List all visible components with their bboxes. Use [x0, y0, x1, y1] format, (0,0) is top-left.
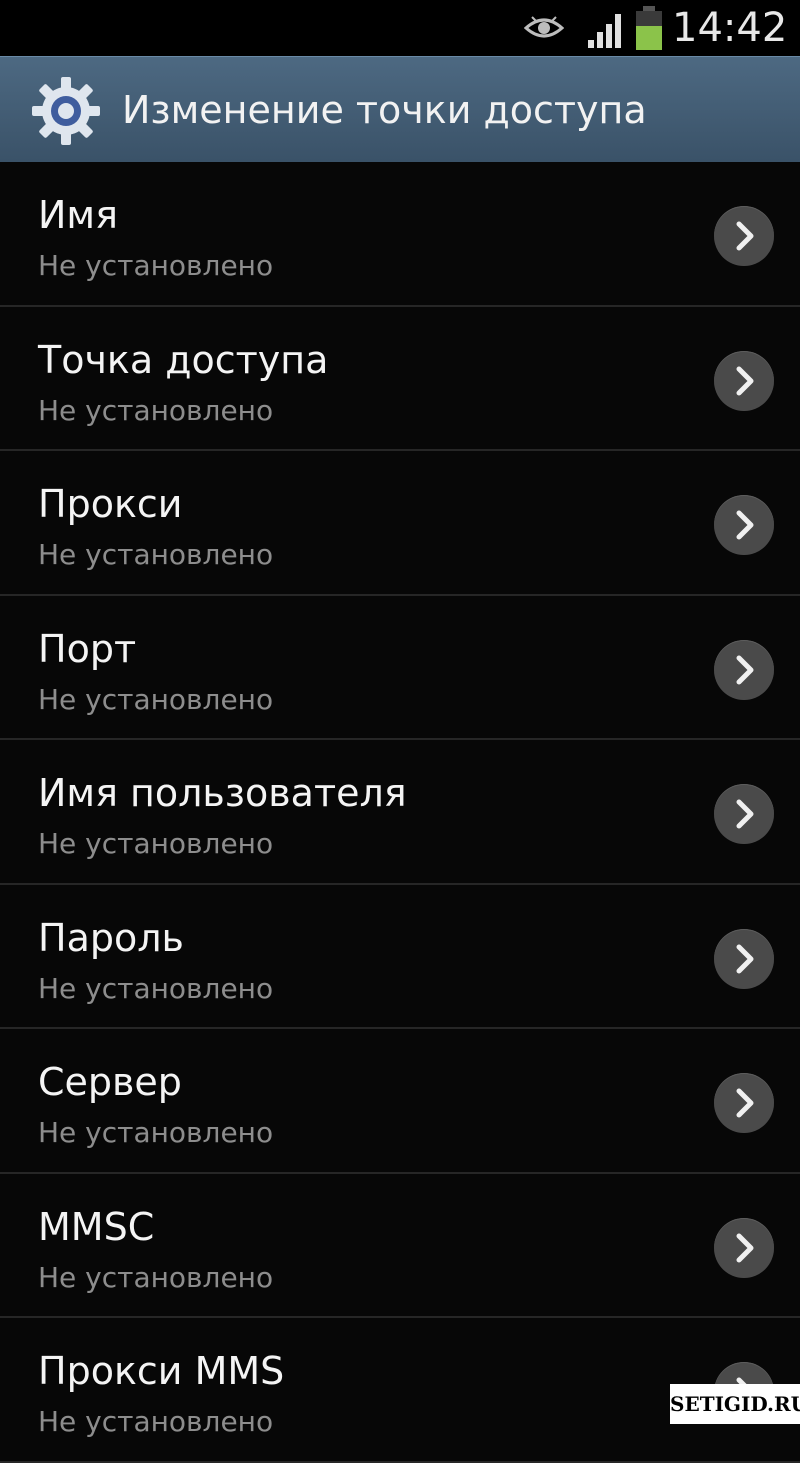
item-title: Прокси MMS [38, 1349, 285, 1393]
chevron-right-icon[interactable] [714, 1073, 774, 1133]
list-item-port[interactable]: Порт Не установлено [0, 595, 800, 740]
status-time: 14:42 [672, 5, 788, 51]
signal-icon [588, 14, 621, 48]
item-subtitle: Не установлено [38, 1260, 274, 1294]
chevron-right-icon[interactable] [714, 495, 774, 555]
item-subtitle: Не установлено [38, 971, 274, 1005]
item-subtitle: Не установлено [38, 1405, 274, 1438]
item-subtitle: Не установлено [38, 538, 274, 571]
chevron-right-icon[interactable] [714, 639, 774, 700]
list-item-proxy[interactable]: Прокси Не установлено [0, 451, 800, 596]
item-subtitle: Не установлено [38, 1116, 274, 1149]
item-title: Имя [38, 193, 118, 237]
action-bar-title: Изменение точки доступа [122, 88, 647, 132]
battery-icon [636, 6, 662, 50]
item-title: Пароль [38, 915, 184, 960]
item-title: Прокси [38, 482, 183, 526]
list-item-username[interactable]: Имя пользователя Не установлено [0, 740, 800, 885]
settings-list: Имя Не установлено Точка доступа Не уста… [0, 162, 800, 1463]
eye-icon [524, 16, 564, 38]
item-title: MMSC [38, 1204, 155, 1249]
item-subtitle: Не установлено [38, 682, 274, 716]
list-item-server[interactable]: Сервер Не установлено [0, 1029, 800, 1174]
list-item-name[interactable]: Имя Не установлено [0, 162, 800, 307]
item-subtitle: Не установлено [38, 827, 274, 860]
item-title: Имя пользователя [38, 771, 407, 815]
item-subtitle: Не установлено [38, 393, 274, 427]
chevron-right-icon[interactable] [714, 350, 774, 411]
chevron-right-icon[interactable] [714, 206, 774, 266]
chevron-right-icon[interactable] [714, 1217, 774, 1278]
gear-icon[interactable] [30, 75, 102, 147]
item-title: Порт [38, 626, 137, 671]
status-bar: 14:42 [0, 0, 800, 56]
item-title: Сервер [38, 1060, 182, 1104]
watermark: SETIGID.RU [670, 1384, 800, 1424]
action-bar: Изменение точки доступа [0, 56, 800, 162]
chevron-right-icon[interactable] [714, 928, 774, 989]
list-item-access-point[interactable]: Точка доступа Не установлено [0, 306, 800, 451]
item-subtitle: Не установлено [38, 249, 274, 282]
list-item-password[interactable]: Пароль Не установлено [0, 884, 800, 1029]
list-item-mmsc[interactable]: MMSC Не установлено [0, 1173, 800, 1318]
item-title: Точка доступа [38, 337, 329, 382]
chevron-right-icon[interactable] [714, 784, 774, 844]
